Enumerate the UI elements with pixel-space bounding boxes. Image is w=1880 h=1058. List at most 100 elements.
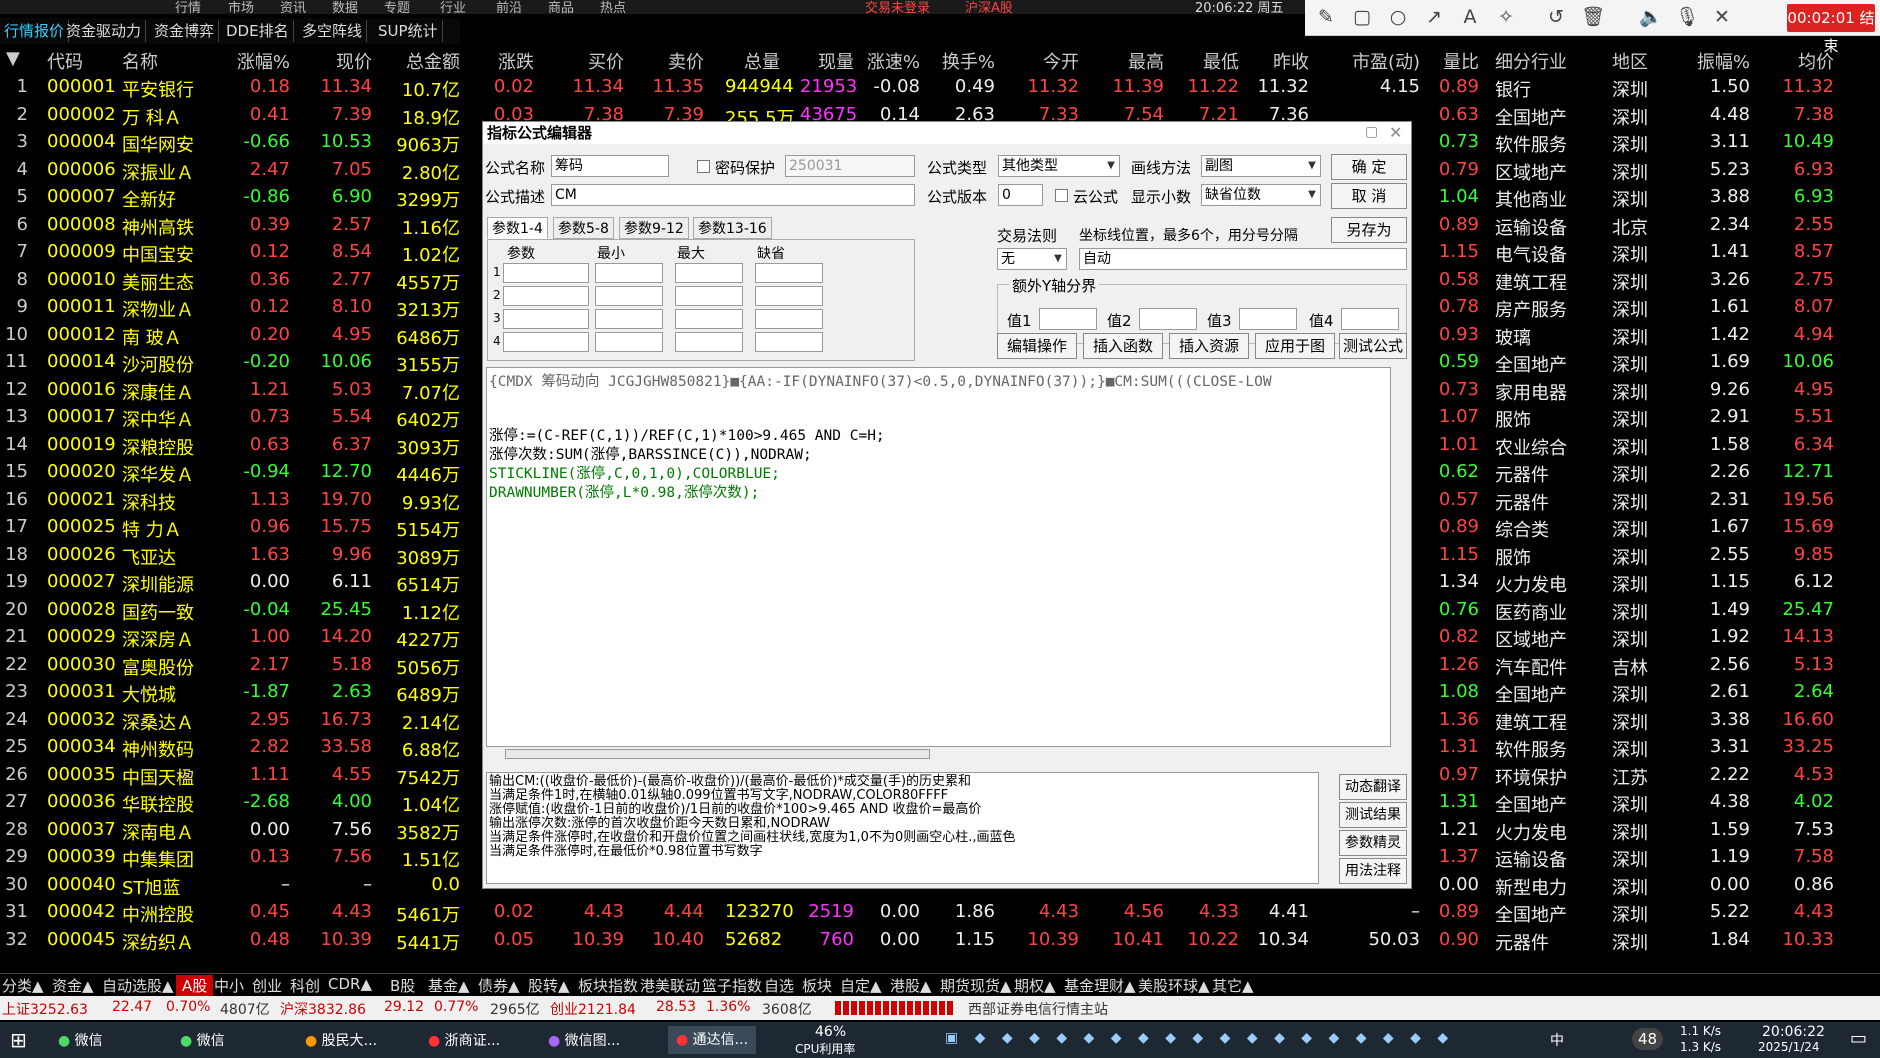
insert-function-button[interactable]: 插入函数 (1083, 333, 1163, 359)
edit-ops-button[interactable]: 编辑操作 (997, 333, 1077, 359)
test-result-button[interactable]: 测试结果 (1339, 802, 1407, 828)
draw-method-select[interactable]: 副图 ▼ (1201, 155, 1321, 177)
menu-item[interactable]: 行情 (175, 0, 201, 14)
rectangle-icon[interactable]: ▢ (1351, 6, 1373, 28)
tab-params-5-8[interactable]: 参数5-8 (553, 217, 614, 239)
category-tab[interactable]: 港美联动 (640, 975, 700, 996)
category-tab[interactable]: 股转▲ (528, 975, 570, 996)
table-row[interactable]: 31 000042 中洲控股 0.45 4.43 5461万 0.02 4.43 4.44 123… (0, 899, 1880, 927)
col-bid[interactable]: 买价 (570, 48, 624, 74)
col-name[interactable]: 名称 (122, 48, 158, 74)
category-tab[interactable]: 板块指数 (578, 975, 638, 996)
param-min-input[interactable] (595, 332, 663, 352)
category-tab[interactable]: 科创 (290, 975, 320, 996)
coord-line-input[interactable]: 自动 (1079, 248, 1407, 270)
code-horizontal-scrollbar[interactable] (505, 749, 930, 759)
taskbar-app-wechat-2[interactable]: ● 微信 (180, 1030, 225, 1050)
formula-version-input[interactable]: 0 (998, 184, 1043, 206)
col-avg-price[interactable]: 均价 (1780, 48, 1834, 74)
param-name-input[interactable] (503, 263, 589, 283)
input-method[interactable]: 中 (1550, 1030, 1564, 1050)
close-icon[interactable]: ✕ (1711, 6, 1733, 28)
menu-item[interactable]: 市场 (228, 0, 254, 14)
col-prev-close[interactable]: 昨收 (1255, 48, 1309, 74)
col-change-pct[interactable]: 涨幅% (224, 48, 290, 74)
category-tab[interactable]: 自动选股▲ (102, 975, 174, 996)
category-tab[interactable]: 基金▲ (428, 975, 470, 996)
tab-params-13-16[interactable]: 参数13-16 (693, 217, 772, 239)
category-tab[interactable]: 其它▲ (1212, 975, 1254, 996)
param-name-input[interactable] (503, 286, 589, 306)
notification-icon[interactable]: ▭ (1850, 1028, 1867, 1049)
col-price[interactable]: 现价 (310, 48, 372, 74)
tab-quote[interactable]: 行情报价 (0, 20, 70, 42)
category-tab[interactable]: 港股▲ (890, 975, 932, 996)
sh-index[interactable]: 上证3252.63 (2, 999, 88, 1019)
circle-icon[interactable]: ○ (1387, 6, 1409, 28)
param-default-input[interactable] (755, 263, 823, 283)
apply-to-chart-button[interactable]: 应用于图 (1255, 333, 1335, 359)
category-tab[interactable]: 篮子指数 (702, 975, 762, 996)
magic-icon[interactable]: ✧ (1495, 6, 1517, 28)
col-amount[interactable]: 总金额 (385, 48, 460, 74)
clock-date[interactable]: 2025/1/24 (1758, 1040, 1820, 1054)
hs-index[interactable]: 沪深3832.86 (280, 999, 366, 1019)
param-max-input[interactable] (675, 309, 743, 329)
category-tab[interactable]: 美股环球▲ (1138, 975, 1210, 996)
param-min-input[interactable] (595, 286, 663, 306)
category-tab[interactable]: A股 (176, 975, 214, 996)
tab-long-short[interactable]: 多空阵线 (298, 20, 368, 42)
save-as-button[interactable]: 另存为 (1331, 217, 1407, 243)
param-max-input[interactable] (675, 286, 743, 306)
col-vol-ratio[interactable]: 量比 (1425, 48, 1479, 74)
param-min-input[interactable] (595, 263, 663, 283)
menu-item[interactable]: 资讯 (280, 0, 306, 14)
record-timer-button[interactable]: 00:02:01 结束 (1787, 4, 1875, 55)
param-default-input[interactable] (755, 332, 823, 352)
password-checkbox[interactable] (697, 160, 710, 173)
taskbar-app-wechat-image[interactable]: ● 微信图... (548, 1030, 620, 1050)
trash-icon[interactable]: 🗑 (1581, 6, 1605, 28)
taskbar-app-zheshang[interactable]: ● 浙商证... (428, 1030, 500, 1050)
undo-icon[interactable]: ↺ (1545, 6, 1567, 28)
param-default-input[interactable] (755, 286, 823, 306)
col-low[interactable]: 最低 (1185, 48, 1239, 74)
usage-notes-button[interactable]: 用法注释 (1339, 858, 1407, 884)
mic-icon[interactable]: 🎙 (1675, 6, 1699, 28)
category-tab[interactable]: 自定▲ (840, 975, 882, 996)
col-pe[interactable]: 市盈(动) (1330, 48, 1420, 74)
dialog-title[interactable]: 指标公式编辑器 (483, 122, 1411, 144)
tab-sup-stats[interactable]: SUP统计 (374, 20, 443, 42)
col-amplitude[interactable]: 振幅% (1680, 48, 1750, 74)
speaker-icon[interactable]: 🔈 (1639, 6, 1663, 28)
menu-item[interactable]: 行业 (440, 0, 466, 14)
formula-type-select[interactable]: 其他类型 ▼ (998, 155, 1120, 177)
table-row[interactable]: 1 000001 平安银行 0.18 11.34 10.7亿 0.02 11.34 11.35 9… (0, 74, 1880, 102)
text-icon[interactable]: A (1459, 6, 1481, 28)
col-high[interactable]: 最高 (1110, 48, 1164, 74)
y-value-1-input[interactable] (1039, 308, 1097, 330)
test-formula-button[interactable]: 测试公式 (1339, 333, 1407, 359)
param-wizard-button[interactable]: 参数精灵 (1339, 830, 1407, 856)
param-max-input[interactable] (675, 332, 743, 352)
col-industry[interactable]: 细分行业 (1495, 48, 1567, 74)
cancel-button[interactable]: 取 消 (1331, 183, 1407, 209)
category-tab[interactable]: 板块 (802, 975, 832, 996)
ok-button[interactable]: 确 定 (1331, 154, 1407, 180)
formula-desc-input[interactable]: CM (551, 184, 915, 206)
col-ask[interactable]: 卖价 (650, 48, 704, 74)
tab-params-1-4[interactable]: 参数1-4 (487, 217, 548, 239)
trade-rule-select[interactable]: 无 ▼ (997, 248, 1067, 270)
category-tab[interactable]: 资金▲ (52, 975, 94, 996)
sort-arrow-icon[interactable]: ▼ (6, 48, 20, 69)
category-tab[interactable]: 基金理财▲ (1064, 975, 1136, 996)
insert-resource-button[interactable]: 插入资源 (1169, 333, 1249, 359)
formula-name-input[interactable]: 筹码 (551, 155, 669, 177)
tab-dde-rank[interactable]: DDE排名 (222, 20, 294, 42)
notification-badge[interactable]: 48 (1632, 1028, 1664, 1050)
menu-item[interactable]: 热点 (600, 0, 626, 14)
category-tab[interactable]: CDR▲ (328, 975, 372, 993)
dynamic-translate-button[interactable]: 动态翻译 (1339, 774, 1407, 800)
col-delta[interactable]: 涨跌 (480, 48, 534, 74)
param-default-input[interactable] (755, 309, 823, 329)
